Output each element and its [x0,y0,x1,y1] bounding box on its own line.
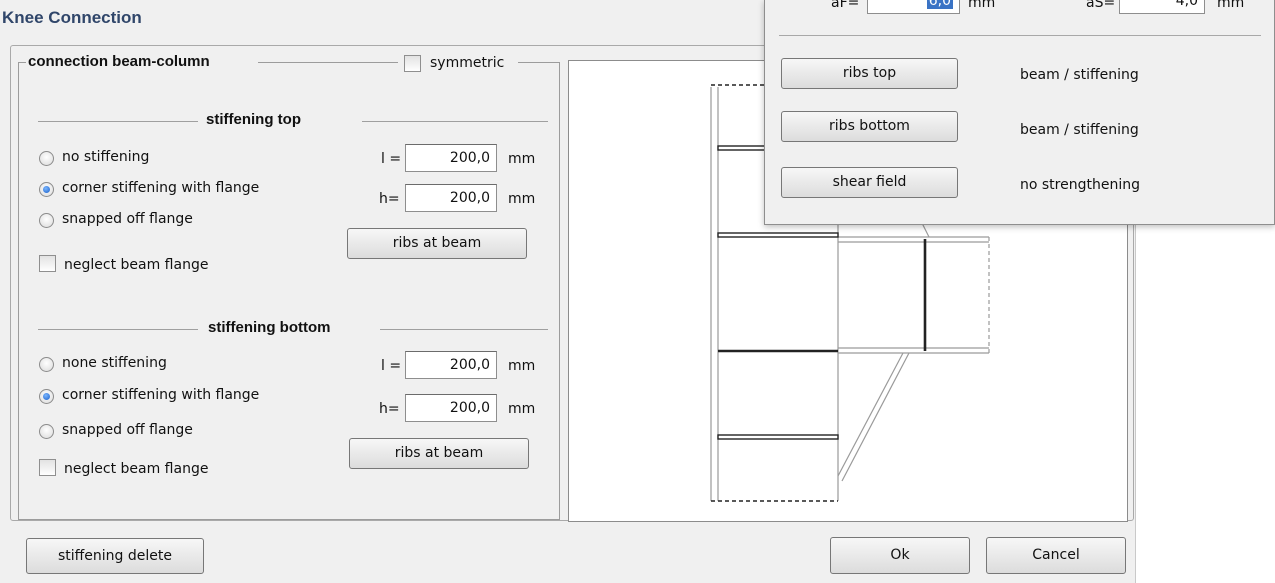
bottom-l-input[interactable]: 200,0 [405,351,497,379]
ok-button[interactable]: Ok [830,537,970,574]
top-l-unit: mm [508,151,536,167]
bottom-option-label: snapped off flange [62,422,193,438]
stiffening-delete-button[interactable]: stiffening delete [26,538,204,574]
top-radio-corner-stiffening[interactable] [39,182,54,197]
top-l-label: l = [381,151,402,167]
panel-border-top-mid [258,62,398,63]
column-rib-bottom [717,434,839,440]
panel-border-top-right [518,62,560,63]
bottom-ribs-at-beam-button[interactable]: ribs at beam [349,438,529,469]
ribs-bottom-button[interactable]: ribs bottom [781,111,958,142]
bottom-neglect-label: neglect beam flange [64,461,209,477]
bottom-radio-none[interactable] [39,357,54,372]
bottom-h-label: h= [379,401,400,417]
top-h-input[interactable]: 200,0 [405,184,497,212]
top-neglect-label: neglect beam flange [64,257,209,273]
symmetric-checkbox[interactable] [404,55,421,72]
af-input[interactable]: 6,0 [867,0,960,14]
top-section-title: stiffening top [206,111,301,128]
connection-panel-title: connection beam-column [26,53,212,70]
as-unit: mm [1217,0,1245,11]
as-input[interactable]: 4,0 [1119,0,1205,14]
bottom-section-title: stiffening bottom [208,319,331,336]
top-ribs-at-beam-button[interactable]: ribs at beam [347,228,527,259]
ribs-bottom-status: beam / stiffening [1020,122,1139,138]
top-l-input[interactable]: 200,0 [405,144,497,172]
top-section-line-right [362,121,548,122]
as-label: aS= [1086,0,1116,11]
af-value-selected: 6,0 [926,0,953,9]
symmetric-label: symmetric [430,55,505,71]
bottom-section-line-left [38,329,198,330]
ribs-top-button[interactable]: ribs top [781,58,958,89]
column-rib-upper [717,232,839,238]
bottom-h-input[interactable]: 200,0 [405,394,497,422]
top-radio-snapped-off[interactable] [39,213,54,228]
top-h-label: h= [379,191,400,207]
top-option-label: no stiffening [62,149,150,165]
bottom-radio-snapped-off[interactable] [39,424,54,439]
popup-separator [779,35,1261,36]
top-h-unit: mm [508,191,536,207]
top-option-label: corner stiffening with flange [62,180,260,196]
shear-field-status: no strengthening [1020,177,1140,193]
panel-border-top-left [18,62,26,63]
top-neglect-checkbox[interactable] [39,255,56,272]
weld-ribs-popup: aF= 6,0 mm aS= 4,0 mm ribs top beam / st… [764,0,1275,225]
ribs-top-status: beam / stiffening [1020,67,1139,83]
top-radio-no-stiffening[interactable] [39,151,54,166]
bottom-option-label: none stiffening [62,355,167,371]
bottom-section-line-right [380,329,548,330]
cancel-button[interactable]: Cancel [986,537,1126,574]
top-section-line-left [38,121,198,122]
top-option-label: snapped off flange [62,211,193,227]
bottom-option-label: corner stiffening with flange [62,387,260,403]
bottom-h-unit: mm [508,401,536,417]
dialog-title: Knee Connection [2,8,142,27]
bottom-neglect-checkbox[interactable] [39,459,56,476]
af-label: aF= [831,0,860,11]
shear-field-button[interactable]: shear field [781,167,958,198]
af-unit: mm [968,0,996,11]
bottom-l-label: l = [381,358,402,374]
bottom-l-unit: mm [508,358,536,374]
bottom-radio-corner-stiffening[interactable] [39,389,54,404]
